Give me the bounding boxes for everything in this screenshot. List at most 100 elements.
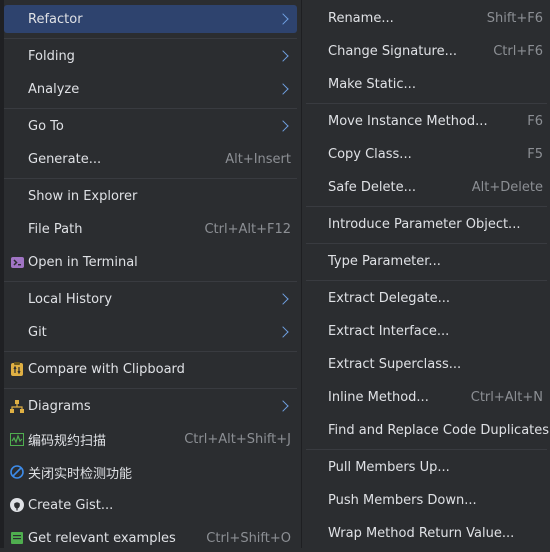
menu-item-go-to[interactable]: Go To [4, 112, 297, 140]
diagrams-icon [10, 399, 24, 413]
menu-item-wrap-method-return-value[interactable]: Wrap Method Return Value... [306, 519, 547, 547]
menu-item-label: Open in Terminal [28, 254, 138, 270]
menu-item-label: Create Gist... [28, 497, 114, 513]
menu-item-refactor[interactable]: Refactor [4, 5, 297, 33]
code-scan-icon [10, 432, 24, 446]
menu-item-label: 关闭实时检测功能 [28, 466, 133, 482]
compare-clipboard-icon [10, 362, 24, 376]
menu-item-pull-members-up[interactable]: Pull Members Up... [306, 453, 547, 481]
menu-item-type-parameter[interactable]: Type Parameter... [306, 247, 547, 275]
menu-item-label: Generate... [28, 151, 102, 167]
menu-item-local-history[interactable]: Local History [4, 285, 297, 313]
menu-item-safe-delete[interactable]: Safe Delete... Alt+Delete [306, 173, 547, 201]
menu-item-git[interactable]: Git [4, 318, 297, 346]
menu-item-find-replace-duplicates[interactable]: Find and Replace Code Duplicates... [306, 416, 550, 444]
menu-item-label: Refactor [28, 11, 83, 27]
menu-item-label: Make Static... [328, 76, 416, 92]
menu-separator [4, 178, 297, 179]
submenu-arrow-icon [277, 326, 289, 338]
examples-icon [10, 531, 24, 545]
menu-item-shortcut: F6 [527, 113, 543, 129]
menu-item-label: Move Instance Method... [328, 113, 488, 129]
menu-item-code-scan[interactable]: 编码规约扫描 Ctrl+Alt+Shift+J [4, 425, 297, 453]
menu-item-label: Folding [28, 48, 75, 64]
menu-separator [306, 449, 547, 450]
menu-item-label: Introduce Parameter Object... [328, 216, 521, 232]
menu-item-disable-realtime[interactable]: 关闭实时检测功能 [4, 458, 297, 486]
submenu-arrow-icon [277, 83, 289, 95]
menu-item-label: Find and Replace Code Duplicates... [328, 422, 550, 438]
menu-item-rename[interactable]: Rename... Shift+F6 [306, 4, 547, 32]
menu-item-label: Analyze [28, 81, 80, 97]
menu-item-copy-class[interactable]: Copy Class... F5 [306, 140, 547, 168]
menu-item-label: Type Parameter... [328, 253, 441, 269]
menu-item-extract-delegate[interactable]: Extract Delegate... [306, 284, 547, 312]
submenu-arrow-icon [277, 120, 289, 132]
github-icon [10, 498, 24, 512]
terminal-icon [10, 255, 24, 269]
menu-item-label: Show in Explorer [28, 188, 138, 204]
menu-item-label: Rename... [328, 10, 394, 26]
menu-separator [306, 243, 547, 244]
menu-item-label: Local History [28, 291, 113, 307]
menu-item-label: Copy Class... [328, 146, 412, 162]
menu-separator [4, 388, 297, 389]
menu-item-shortcut: Ctrl+Shift+O [206, 530, 291, 546]
menu-item-file-path[interactable]: File Path Ctrl+Alt+F12 [4, 215, 297, 243]
menu-item-label: Extract Superclass... [328, 356, 462, 372]
menu-item-create-gist[interactable]: Create Gist... [4, 491, 297, 519]
refactor-submenu: Rename... Shift+F6 Change Signature... C… [301, 0, 550, 548]
submenu-arrow-icon [277, 50, 289, 62]
menu-item-shortcut: Ctrl+F6 [493, 43, 543, 59]
menu-item-move-instance-method[interactable]: Move Instance Method... F6 [306, 107, 547, 135]
menu-item-label: Inline Method... [328, 389, 429, 405]
menu-item-shortcut: Ctrl+Alt+F12 [204, 221, 291, 237]
submenu-arrow-icon [277, 13, 289, 25]
menu-item-introduce-parameter-object[interactable]: Introduce Parameter Object... [306, 210, 547, 238]
menu-item-make-static[interactable]: Make Static... [306, 70, 547, 98]
menu-item-generate[interactable]: Generate... Alt+Insert [4, 145, 297, 173]
menu-separator [4, 351, 297, 352]
submenu-arrow-icon [277, 400, 289, 412]
menu-item-extract-superclass[interactable]: Extract Superclass... [306, 350, 547, 378]
menu-separator [306, 103, 547, 104]
menu-item-compare-with-clipboard[interactable]: Compare with Clipboard [4, 355, 297, 383]
menu-item-label: 编码规约扫描 [28, 433, 107, 449]
menu-item-shortcut: Shift+F6 [486, 10, 543, 26]
menu-item-label: Safe Delete... [328, 179, 417, 195]
menu-item-shortcut: Alt+Delete [471, 179, 543, 195]
menu-item-extract-interface[interactable]: Extract Interface... [306, 317, 547, 345]
menu-item-label: Compare with Clipboard [28, 361, 185, 377]
menu-separator [306, 280, 547, 281]
menu-item-label: Git [28, 324, 47, 340]
menu-separator [4, 281, 297, 282]
submenu-arrow-icon [277, 293, 289, 305]
menu-item-show-in-explorer[interactable]: Show in Explorer [4, 182, 297, 210]
menu-item-label: Diagrams [28, 398, 91, 414]
menu-item-label: Pull Members Up... [328, 459, 450, 475]
menu-item-folding[interactable]: Folding [4, 42, 297, 70]
context-menu: Refactor Folding Analyze Go To Generate.… [0, 0, 301, 548]
menu-separator [4, 108, 297, 109]
menu-item-label: Extract Interface... [328, 323, 450, 339]
menu-item-label: Wrap Method Return Value... [328, 525, 515, 541]
menu-item-label: Extract Delegate... [328, 290, 451, 306]
menu-item-shortcut: Ctrl+Alt+Shift+J [184, 431, 291, 447]
menu-item-shortcut: F5 [527, 146, 543, 162]
menu-item-label: Push Members Down... [328, 492, 477, 508]
menu-item-change-signature[interactable]: Change Signature... Ctrl+F6 [306, 37, 547, 65]
menu-item-shortcut: Ctrl+Alt+N [470, 389, 543, 405]
menu-item-label: Change Signature... [328, 43, 458, 59]
menu-item-diagrams[interactable]: Diagrams [4, 392, 297, 420]
menu-separator [4, 38, 297, 39]
menu-item-analyze[interactable]: Analyze [4, 75, 297, 103]
menu-item-shortcut: Alt+Insert [225, 151, 291, 167]
menu-item-label: File Path [28, 221, 83, 237]
menu-separator [306, 206, 547, 207]
menu-item-inline-method[interactable]: Inline Method... Ctrl+Alt+N [306, 383, 547, 411]
menu-item-open-in-terminal[interactable]: Open in Terminal [4, 248, 297, 276]
disable-realtime-icon [10, 465, 24, 479]
menu-item-label: Get relevant examples [28, 530, 176, 546]
menu-item-push-members-down[interactable]: Push Members Down... [306, 486, 547, 514]
menu-item-label: Go To [28, 118, 64, 134]
